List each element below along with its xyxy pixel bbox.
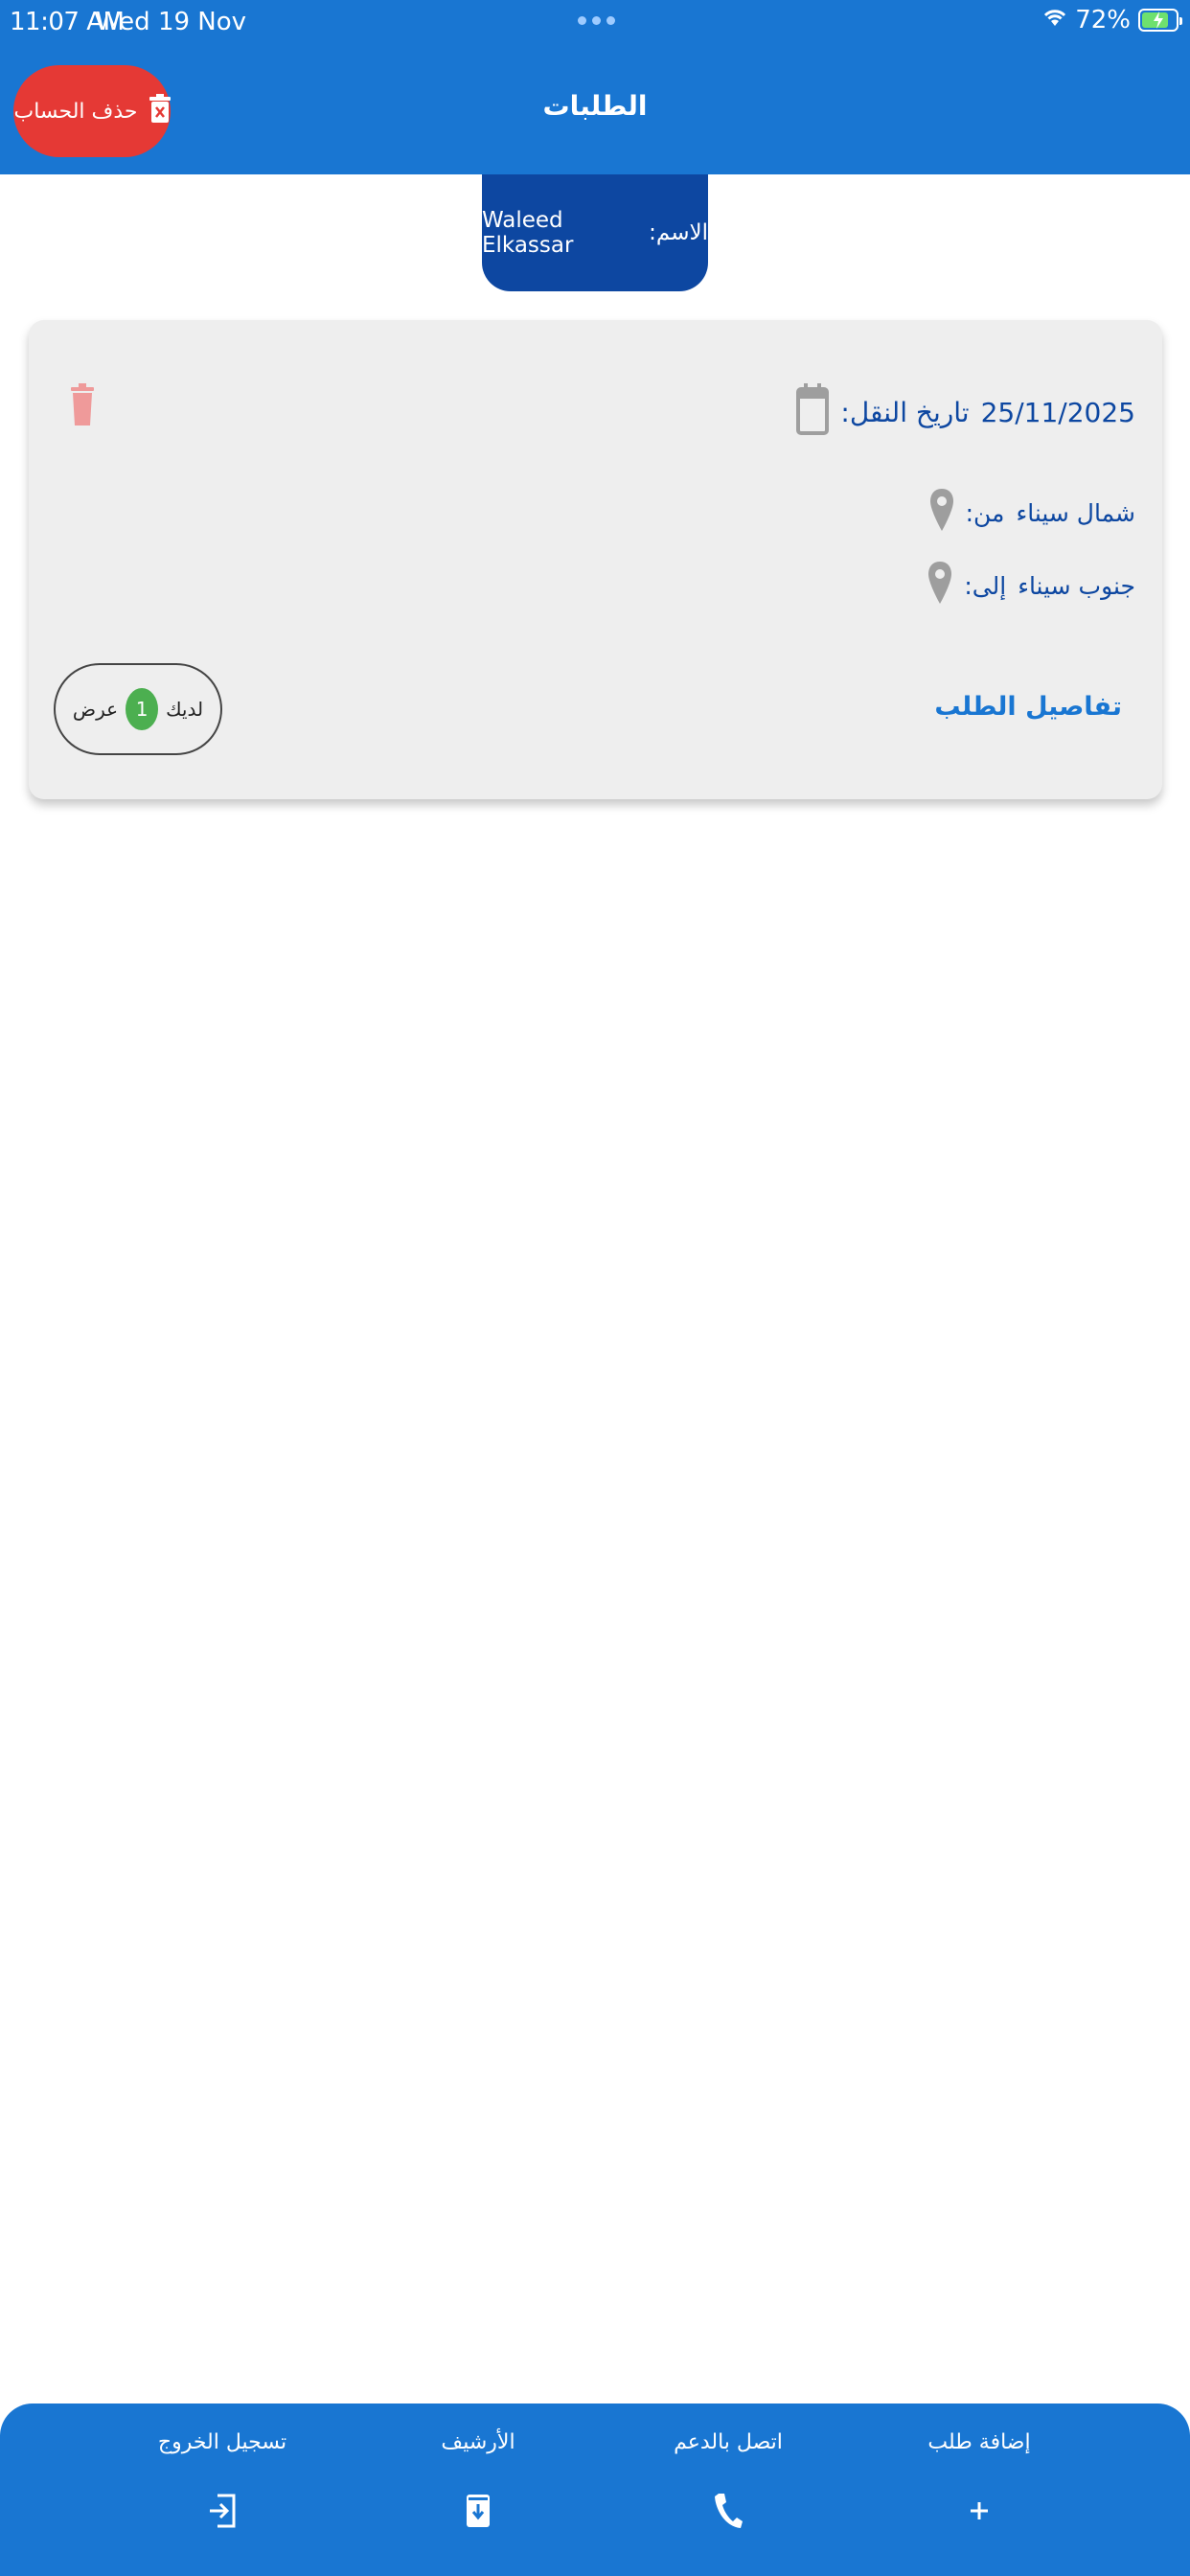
nav-add-request[interactable]: إضافة طلب — [874, 2404, 1085, 2576]
offers-count-badge: 1 — [126, 688, 159, 730]
top-app-bar: 11:07 AM Wed 19 Nov 72% حذف الحساب الطلب… — [0, 0, 1190, 174]
nav-archive[interactable]: الأرشيف — [373, 2404, 584, 2576]
offers-prefix: لديك — [166, 698, 204, 721]
to-location-row: إلى: جنوب سيناء — [927, 560, 1135, 611]
status-date: Wed 19 Nov — [96, 8, 247, 36]
battery-percent: 72% — [1075, 6, 1131, 34]
app-screen: 11:07 AM Wed 19 Nov 72% حذف الحساب الطلب… — [0, 0, 1190, 2576]
location-pin-icon — [929, 487, 954, 539]
status-bar: 11:07 AM Wed 19 Nov 72% — [0, 0, 1190, 48]
page-title: الطلبات — [542, 90, 648, 122]
wifi-icon — [1042, 6, 1067, 34]
to-value: جنوب سيناء — [1018, 571, 1135, 600]
from-location-row: من: شمال سيناء — [929, 487, 1135, 539]
nav-archive-label: الأرشيف — [441, 2430, 515, 2454]
transfer-date-value: 25/11/2025 — [980, 397, 1135, 428]
calendar-icon — [796, 383, 830, 442]
nav-logout[interactable]: تسجيل الخروج — [117, 2404, 328, 2576]
nav-logout-label: تسجيل الخروج — [157, 2430, 287, 2454]
offers-suffix: عرض — [72, 698, 119, 721]
battery-icon — [1138, 9, 1182, 32]
nav-contact-support[interactable]: اتصل بالدعم — [623, 2404, 834, 2576]
archive-icon — [459, 2492, 497, 2530]
location-pin-icon — [927, 560, 952, 611]
request-details-link[interactable]: تفاصيل الطلب — [934, 692, 1122, 722]
transfer-date-row: تاريخ النقل: 25/11/2025 — [796, 383, 1135, 442]
nav-contact-support-label: اتصل بالدعم — [674, 2430, 783, 2454]
status-indicators: 72% — [1042, 6, 1182, 34]
logout-icon — [203, 2492, 241, 2530]
transfer-date-label: تاريخ النقل: — [840, 397, 970, 428]
plus-icon — [960, 2492, 998, 2530]
from-value: شمال سيناء — [1016, 498, 1135, 527]
bottom-navigation: إضافة طلب اتصل بالدعم الأرشيف تسجيل الخر… — [0, 2404, 1190, 2576]
from-label: من: — [965, 498, 1005, 527]
user-name-label: الاسم: — [649, 220, 708, 245]
phone-icon — [709, 2492, 747, 2530]
trash-icon — [71, 383, 94, 429]
multitask-dots-icon[interactable] — [578, 16, 615, 25]
user-name-badge: الاسم: Waleed Elkassar — [482, 174, 708, 291]
delete-request-button[interactable] — [71, 383, 113, 437]
offers-button[interactable]: لديك 1 عرض — [54, 663, 222, 755]
nav-add-request-label: إضافة طلب — [927, 2430, 1031, 2454]
to-label: إلى: — [964, 571, 1007, 600]
request-card: تاريخ النقل: 25/11/2025 من: شمال سيناء إ… — [29, 320, 1162, 799]
user-name: Waleed Elkassar — [482, 208, 574, 258]
